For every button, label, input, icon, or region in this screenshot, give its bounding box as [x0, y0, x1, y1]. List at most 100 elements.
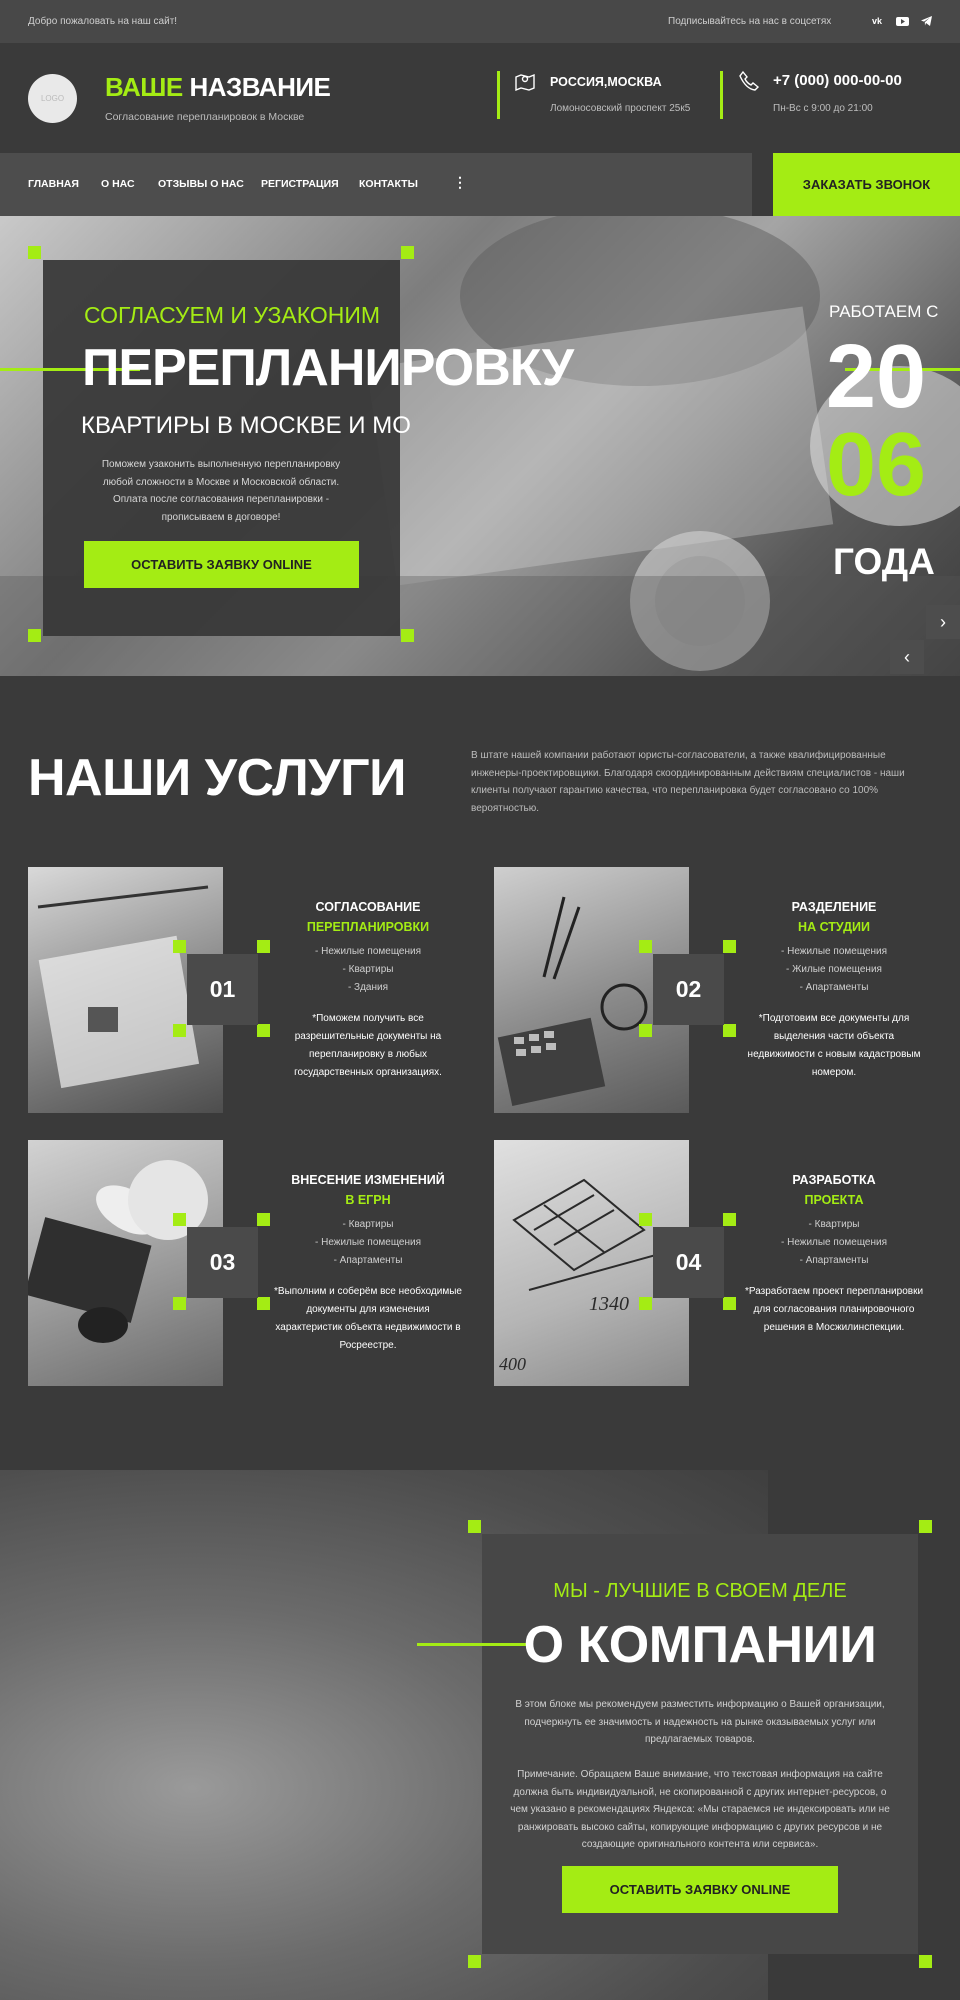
hero-title: ПЕРЕПЛАНИРОВКУ — [82, 339, 574, 397]
service-title: РАЗДЕЛЕНИЕ НА СТУДИИ — [739, 897, 929, 937]
telegram-icon[interactable] — [918, 13, 934, 29]
service-title-main: ВНЕСЕНИЕ ИЗМЕНЕНИЙ — [291, 1173, 445, 1187]
brand-rest: НАЗВАНИЕ — [189, 72, 331, 102]
welcome-text: Добро пожаловать на наш сайт! — [28, 16, 178, 27]
year-top: 20 — [826, 327, 927, 427]
corner-marker — [723, 940, 736, 953]
service-list: - Квартиры - Нежилые помещения - Апартамен… — [273, 1216, 463, 1270]
list-item: - Жилые помещения — [786, 964, 882, 975]
location-address: Ломоносовский проспект 25к5 — [550, 103, 691, 114]
nav-item-reviews[interactable]: ОТЗЫВЫ О НАС — [158, 178, 244, 190]
site-header: LOGO ВАШЕ НАЗВАНИЕ Согласование переплан… — [0, 43, 960, 153]
brand-name[interactable]: ВАШЕ НАЗВАНИЕ — [105, 72, 331, 103]
service-title-accent: НА СТУДИИ — [798, 920, 870, 934]
hero-request-button[interactable]: ОСТАВИТЬ ЗАЯВКУ ONLINE — [84, 541, 359, 588]
service-title: РАЗРАБОТКА ПРОЕКТА — [739, 1170, 929, 1210]
about-kicker: МЫ - ЛУЧШИЕ В СВОЕМ ДЕЛЕ — [553, 1580, 847, 1602]
nav-item-home[interactable]: ГЛАВНАЯ — [28, 178, 79, 190]
corner-marker — [173, 1213, 186, 1226]
corner-marker — [28, 246, 41, 259]
list-item: - Апартаменты — [799, 982, 869, 993]
logo[interactable]: LOGO — [28, 74, 77, 123]
service-title-accent: ПЕРЕПЛАНИРОВКИ — [306, 920, 430, 934]
slider-next-button[interactable]: › — [926, 605, 960, 639]
list-item: - Квартиры — [342, 964, 394, 975]
service-description: *Разработаем проект перепланировки для с… — [744, 1286, 924, 1333]
about-request-button[interactable]: ОСТАВИТЬ ЗАЯВКУ ONLINE — [562, 1866, 838, 1913]
list-item: - Апартаменты — [333, 1255, 403, 1266]
about-paragraph: В этом блоке мы рекомендуем разместить и… — [515, 1699, 885, 1745]
corner-marker — [401, 629, 414, 642]
svg-text:400: 400 — [499, 1354, 526, 1374]
corner-marker — [639, 940, 652, 953]
service-number: 02 — [653, 954, 724, 1025]
map-icon — [514, 71, 536, 96]
brand-tagline: Согласование перепланировок в Москве — [105, 111, 305, 123]
list-item: - Нежилые помещения — [780, 1237, 888, 1248]
nav-item-about[interactable]: О НАС — [101, 178, 135, 190]
corner-marker — [173, 940, 186, 953]
service-number: 03 — [187, 1227, 258, 1298]
years-label: ГОДА — [833, 541, 935, 582]
service-description: *Подготовим все документы для выделения … — [747, 1013, 921, 1078]
list-item: - Здания — [347, 982, 389, 993]
corner-marker — [257, 1024, 270, 1037]
work-hours: Пн-Вс с 9:00 до 21:00 — [773, 103, 873, 114]
main-nav: ГЛАВНАЯ О НАС ОТЗЫВЫ О НАС РЕГИСТРАЦИЯ К… — [0, 153, 752, 216]
corner-marker — [468, 1955, 481, 1968]
corner-marker — [639, 1024, 652, 1037]
corner-marker — [919, 1520, 932, 1533]
list-item: - Апартаменты — [799, 1255, 869, 1266]
corner-marker — [257, 1297, 270, 1310]
service-title-main: СОГЛАСОВАНИЕ — [315, 900, 421, 914]
year-bottom: 06 — [826, 415, 927, 515]
list-item: - Нежилые помещения — [314, 946, 422, 957]
about-note: Примечание. Обращаем Ваше внимание, что … — [510, 1769, 890, 1850]
corner-marker — [723, 1213, 736, 1226]
hero-kicker: СОГЛАСУЕМ И УЗАКОНИМ — [84, 302, 381, 328]
since-label: РАБОТАЕМ С — [829, 302, 939, 321]
subscribe-text: Подписывайтесь на нас в соцсетях — [668, 16, 832, 27]
slider-prev-button[interactable]: ‹ — [890, 640, 924, 674]
corner-marker — [173, 1297, 186, 1310]
corner-marker — [723, 1024, 736, 1037]
divider — [497, 71, 500, 119]
service-description: *Поможем получить все разрешительные док… — [294, 1013, 442, 1078]
corner-marker — [173, 1024, 186, 1037]
vk-icon[interactable]: vk — [869, 13, 885, 29]
service-list: - Нежилые помещения - Квартиры - Здания — [273, 943, 463, 997]
corner-marker — [28, 629, 41, 642]
service-description: *Выполним и соберём все необходимые доку… — [274, 1286, 462, 1351]
corner-marker — [468, 1520, 481, 1533]
corner-marker — [919, 1955, 932, 1968]
phone-number[interactable]: +7 (000) 000-00-00 — [773, 72, 902, 89]
nav-item-contacts[interactable]: КОНТАКТЫ — [359, 178, 418, 190]
order-call-button[interactable]: ЗАКАЗАТЬ ЗВОНОК — [773, 153, 960, 216]
corner-marker — [257, 940, 270, 953]
top-bar: Добро пожаловать на наш сайт! Подписывай… — [0, 0, 960, 43]
service-title: СОГЛАСОВАНИЕ ПЕРЕПЛАНИРОВКИ — [273, 897, 463, 937]
service-title-accent: ПРОЕКТА — [804, 1193, 864, 1207]
list-item: - Нежилые помещения — [314, 1237, 422, 1248]
list-item: - Квартиры — [808, 1219, 860, 1230]
corner-marker — [723, 1297, 736, 1310]
service-number: 01 — [187, 954, 258, 1025]
service-title-accent: В ЕГРН — [345, 1193, 391, 1207]
services-intro: В штате нашей компании работают юристы-с… — [471, 750, 905, 814]
svg-text:1340: 1340 — [589, 1293, 629, 1315]
nav-item-registration[interactable]: РЕГИСТРАЦИЯ — [261, 178, 339, 190]
service-list: - Нежилые помещения - Жилые помещения - Ап… — [739, 943, 929, 997]
about-title: О КОМПАНИИ — [523, 1616, 877, 1674]
corner-marker — [639, 1297, 652, 1310]
corner-marker — [639, 1213, 652, 1226]
divider — [720, 71, 723, 119]
more-icon[interactable]: ⋮ — [453, 174, 467, 191]
services-title: НАШИ УСЛУГИ — [28, 749, 406, 807]
service-title-main: РАЗРАБОТКА — [792, 1173, 876, 1187]
corner-marker — [401, 246, 414, 259]
phone-icon — [738, 70, 760, 97]
list-item: - Квартиры — [342, 1219, 394, 1230]
service-title-main: РАЗДЕЛЕНИЕ — [791, 900, 877, 914]
youtube-icon[interactable] — [894, 13, 910, 29]
service-number: 04 — [653, 1227, 724, 1298]
